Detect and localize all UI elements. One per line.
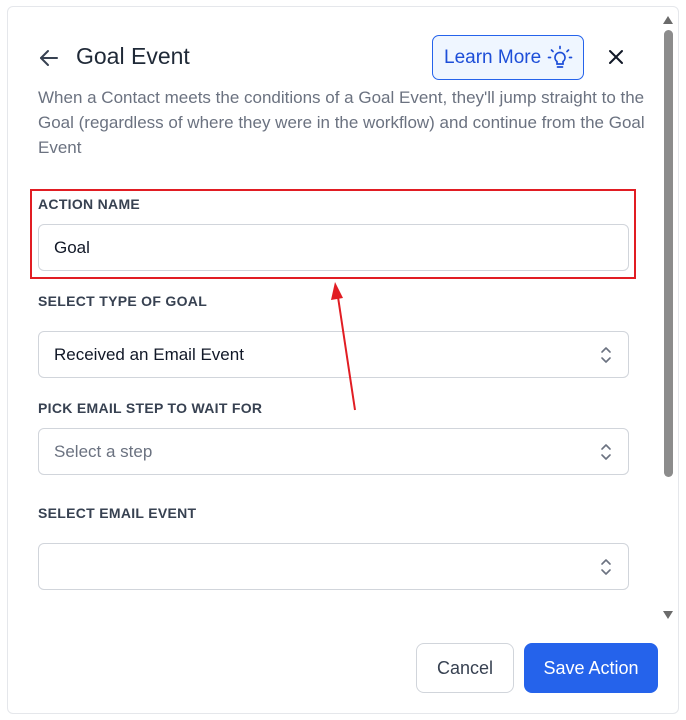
scroll-down-icon[interactable] [662, 607, 674, 619]
email-step-label: PICK EMAIL STEP TO WAIT FOR [38, 400, 263, 416]
select-arrows-icon [600, 558, 612, 576]
goal-type-select[interactable]: Received an Email Event [38, 331, 629, 378]
email-step-placeholder: Select a step [54, 441, 153, 461]
learn-more-button[interactable]: Learn More [432, 35, 584, 80]
lightbulb-icon [547, 45, 573, 71]
goal-type-label: SELECT TYPE OF GOAL [38, 293, 208, 309]
scrollbar-thumb[interactable] [664, 30, 673, 477]
close-icon[interactable] [606, 47, 626, 67]
back-arrow-icon[interactable] [37, 46, 61, 70]
scroll-up-icon[interactable] [662, 12, 674, 24]
cancel-button[interactable]: Cancel [416, 643, 514, 693]
annotation-highlight-box [30, 189, 636, 279]
select-arrows-icon [600, 443, 612, 461]
goal-type-value: Received an Email Event [54, 344, 244, 364]
email-event-select[interactable] [38, 543, 629, 590]
email-step-select[interactable]: Select a step [38, 428, 629, 475]
learn-more-label: Learn More [444, 46, 542, 68]
select-arrows-icon [600, 346, 612, 364]
description: When a Contact meets the conditions of a… [38, 88, 645, 157]
email-event-label: SELECT EMAIL EVENT [38, 505, 197, 521]
page-title: Goal Event [76, 43, 190, 69]
save-action-button[interactable]: Save Action [524, 643, 658, 693]
